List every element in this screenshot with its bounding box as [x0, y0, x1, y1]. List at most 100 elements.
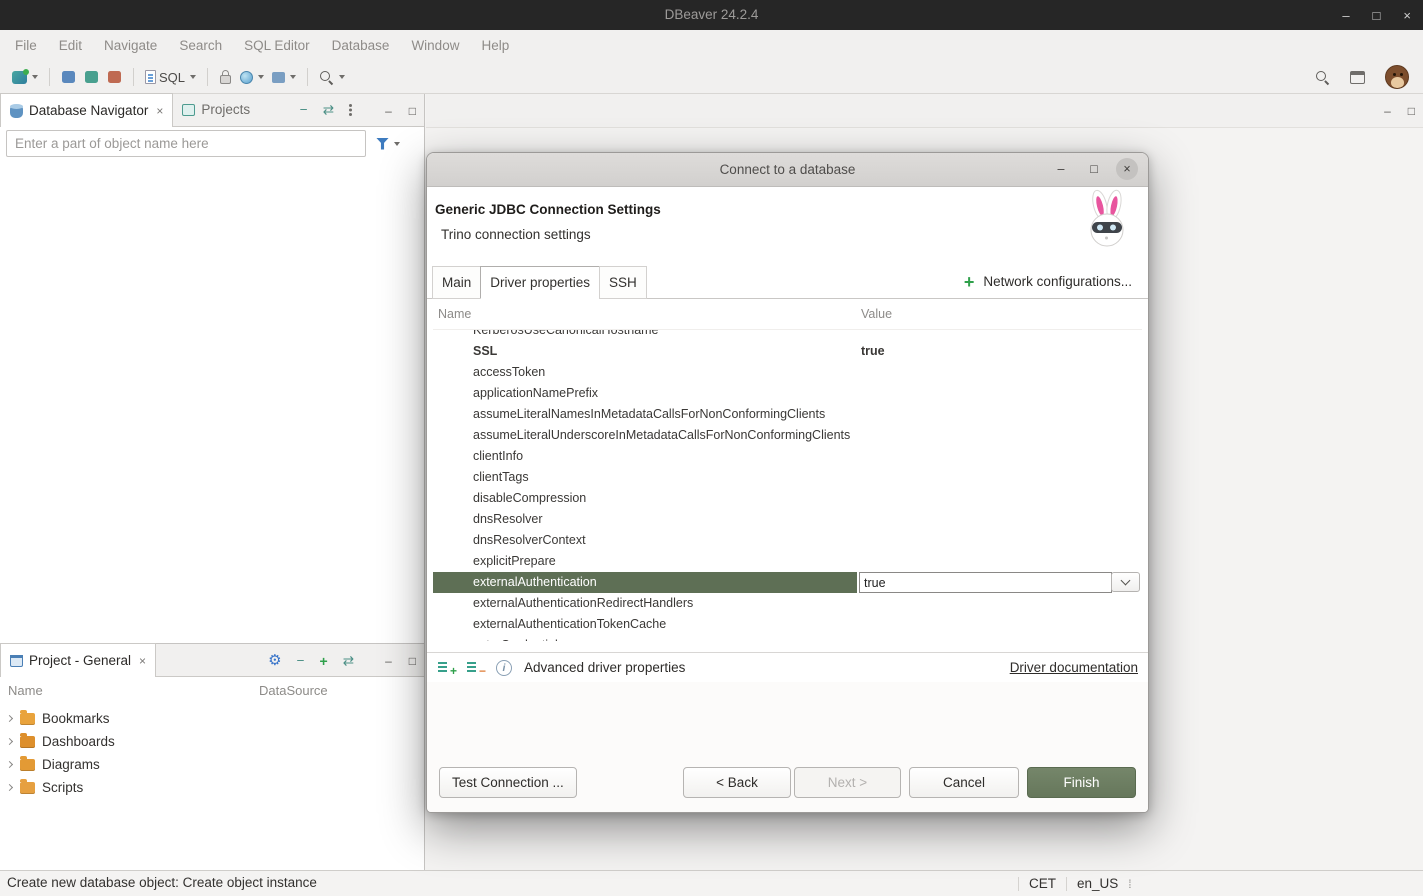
window-close-button[interactable]: × [1403, 8, 1411, 23]
property-row[interactable]: externalAuthentication [433, 572, 1142, 593]
invalidate-connection-icon[interactable] [108, 71, 121, 83]
property-value-dropdown-button[interactable] [1111, 572, 1140, 592]
panel-maximize-button[interactable]: □ [409, 104, 416, 118]
test-connection-button[interactable]: Test Connection ... [439, 767, 577, 798]
window-maximize-button[interactable]: □ [1373, 8, 1381, 23]
menu-item-sql-editor[interactable]: SQL Editor [233, 30, 321, 61]
collapse-all-icon[interactable]: − [300, 103, 308, 117]
column-header-name[interactable]: Name [0, 683, 253, 698]
link-with-editor-icon[interactable]: ⇄ [343, 654, 354, 668]
panel-minimize-button[interactable]: – [1384, 104, 1391, 118]
property-value-editor[interactable] [859, 572, 1112, 593]
status-timezone[interactable]: CET [1029, 876, 1056, 891]
dialog-maximize-button[interactable]: □ [1083, 158, 1105, 180]
perspective-icon[interactable] [1350, 71, 1365, 84]
status-locale[interactable]: en_US [1077, 876, 1118, 891]
chevron-right-icon[interactable] [6, 761, 13, 768]
column-header-value[interactable]: Value [861, 307, 892, 321]
global-search-icon[interactable] [1315, 70, 1330, 85]
close-tab-icon[interactable]: × [139, 654, 146, 668]
property-row[interactable]: dnsResolver [433, 509, 1142, 530]
dialog-close-button[interactable]: × [1116, 158, 1138, 180]
isolation-level-button[interactable] [236, 65, 268, 89]
disconnect-icon[interactable] [85, 71, 98, 83]
menu-item-database[interactable]: Database [321, 30, 401, 61]
panel-maximize-button[interactable]: □ [409, 654, 416, 668]
tab-projects[interactable]: Projects [173, 93, 259, 126]
next-button[interactable]: Next > [794, 767, 901, 798]
connection-settings-button[interactable] [268, 65, 300, 89]
column-header-datasource[interactable]: DataSource [253, 683, 328, 698]
sql-editor-button[interactable]: SQL [141, 65, 200, 89]
filter-button[interactable] [376, 138, 400, 150]
tree-item-bookmarks[interactable]: Bookmarks [0, 707, 424, 730]
property-row[interactable]: assumeLiteralNamesInMetadataCallsForNonC… [433, 404, 1142, 425]
window-minimize-button[interactable]: – [1342, 8, 1349, 23]
link-with-editor-icon[interactable]: ⇄ [323, 103, 334, 117]
collapse-all-icon[interactable]: − [297, 654, 305, 668]
add-property-icon[interactable] [438, 661, 455, 674]
property-row[interactable]: explicitPrepare [433, 551, 1142, 572]
search-icon [319, 70, 334, 85]
tree-item-scripts[interactable]: Scripts [0, 776, 424, 799]
tab-project-general[interactable]: Project - General × [0, 643, 156, 677]
property-row[interactable]: accessToken [433, 362, 1142, 383]
property-row[interactable]: applicationNamePrefix [433, 383, 1142, 404]
dialog-titlebar[interactable]: Connect to a database – □ × [427, 153, 1148, 187]
column-header-name[interactable]: Name [433, 307, 471, 321]
chevron-right-icon[interactable] [6, 738, 13, 745]
chevron-right-icon[interactable] [6, 715, 13, 722]
menu-item-edit[interactable]: Edit [48, 30, 93, 61]
dropdown-arrow-icon [394, 142, 400, 146]
remove-property-icon[interactable] [467, 661, 484, 674]
property-row[interactable]: SSLtrue [433, 341, 1142, 362]
menu-item-navigate[interactable]: Navigate [93, 30, 168, 61]
tree-item-diagrams[interactable]: Diagrams [0, 753, 424, 776]
property-name: clientTags [433, 467, 857, 488]
user-avatar[interactable] [1385, 65, 1409, 89]
property-row[interactable]: clientTags [433, 467, 1142, 488]
chevron-right-icon[interactable] [6, 784, 13, 791]
configure-gear-icon[interactable]: ⚙ [268, 653, 281, 668]
close-tab-icon[interactable]: × [156, 104, 163, 118]
finish-button[interactable]: Finish [1027, 767, 1136, 798]
menu-item-file[interactable]: File [4, 30, 48, 61]
dialog-filler [427, 682, 1148, 758]
menu-item-window[interactable]: Window [400, 30, 470, 61]
menu-item-search[interactable]: Search [168, 30, 233, 61]
property-row[interactable]: externalAuthenticationTokenCache [433, 614, 1142, 635]
connect-icon[interactable] [62, 71, 75, 83]
new-connection-button[interactable] [8, 65, 42, 89]
back-button[interactable]: < Back [683, 767, 791, 798]
search-metadata-button[interactable] [315, 65, 349, 89]
driver-documentation-link[interactable]: Driver documentation [1010, 660, 1138, 675]
property-row[interactable]: externalAuthenticationRedirectHandlers [433, 593, 1142, 614]
property-row[interactable]: dnsResolverContext [433, 530, 1142, 551]
tree-item-dashboards[interactable]: Dashboards [0, 730, 424, 753]
menu-item-help[interactable]: Help [470, 30, 520, 61]
object-filter-input[interactable] [6, 130, 366, 157]
dialog-tab-driver-properties[interactable]: Driver properties [480, 266, 600, 299]
property-row[interactable]: KerberosUseCanonicalHostname [433, 330, 1142, 341]
property-row[interactable]: clientInfo [433, 446, 1142, 467]
panel-minimize-button[interactable]: – [385, 104, 392, 118]
property-row[interactable]: disableCompression [433, 488, 1142, 509]
tab-database-navigator[interactable]: Database Navigator × [0, 93, 173, 127]
tab-label: Database Navigator [29, 103, 148, 118]
view-menu-icon[interactable] [349, 104, 352, 107]
new-connection-icon [12, 71, 27, 84]
dialog-minimize-button[interactable]: – [1050, 158, 1072, 180]
statusbar-separator [1066, 877, 1067, 891]
dialog-tab-main[interactable]: Main [432, 266, 481, 299]
panel-minimize-button[interactable]: – [385, 654, 392, 668]
database-navigator-tree[interactable] [0, 160, 424, 643]
expand-all-icon[interactable]: + [320, 654, 328, 668]
dialog-tab-ssh[interactable]: SSH [599, 266, 647, 299]
cancel-button[interactable]: Cancel [909, 767, 1019, 798]
panel-maximize-button[interactable]: □ [1408, 104, 1415, 118]
network-configurations-button[interactable]: + Network configurations... [964, 264, 1132, 299]
tab-label: Projects [201, 102, 250, 117]
property-row[interactable]: assumeLiteralUnderscoreInMetadataCallsFo… [433, 425, 1142, 446]
autocommit-lock-icon[interactable] [220, 75, 231, 84]
property-row[interactable]: extraCredentials [433, 635, 1142, 641]
